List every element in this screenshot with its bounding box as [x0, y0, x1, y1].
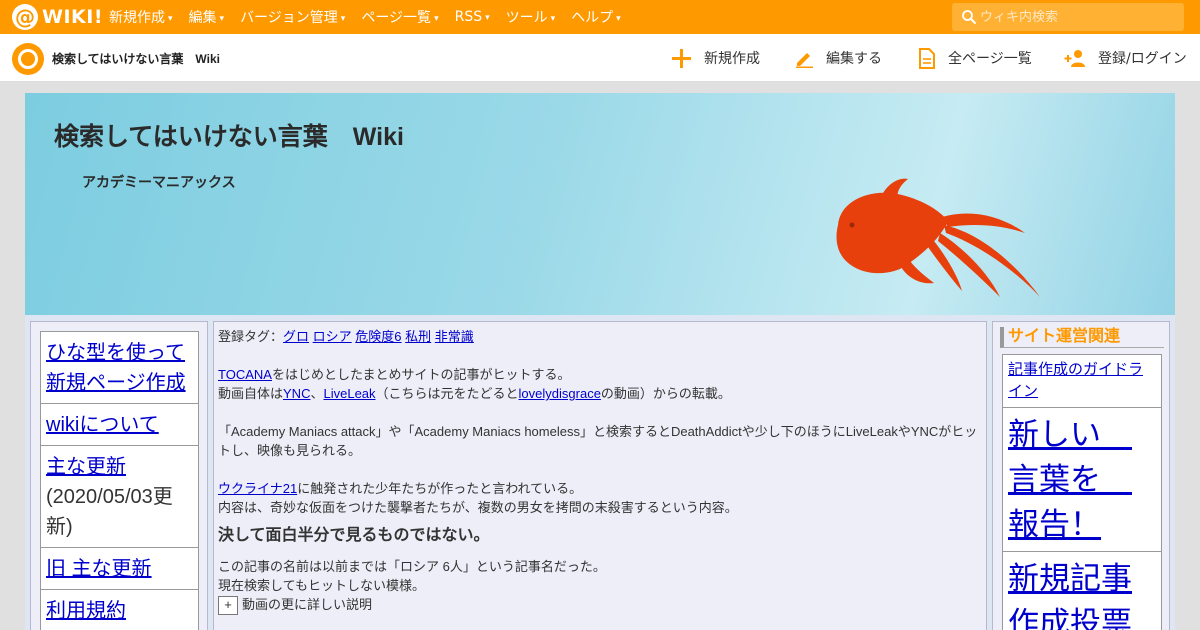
warning-heading: 決して面白半分で見るものではない。	[218, 527, 490, 544]
right-nav-table: 記事作成のガイドライン 新しい 言葉を 報告！ 新規記事作成投票	[1002, 354, 1162, 630]
paragraph: 現在検索してもヒットしない模様。	[218, 578, 425, 593]
menu-pages[interactable]: ページ一覧 ▾	[361, 7, 438, 27]
article-body: 登録タグ：グロ ロシア 危険度6 私刑 非常識 TOCANAをはじめとしたまとめ…	[218, 327, 986, 616]
link-report-new-word[interactable]: 新しい 言葉を 報告！	[1008, 417, 1132, 542]
chevron-down-icon: ▾	[219, 14, 225, 24]
left-nav-item: ひな型を使って新規ページ作成	[40, 331, 199, 404]
plus-icon	[672, 48, 691, 68]
menu-edit[interactable]: 編集 ▾	[189, 7, 225, 27]
expand-row: + 動画の更に詳しい説明	[218, 595, 986, 616]
edit-label: 編集する	[826, 51, 882, 67]
tag-link[interactable]: 非常識	[435, 329, 474, 344]
tocana-link[interactable]: TOCANA	[218, 367, 272, 382]
tag-link[interactable]: 危険度6	[355, 329, 401, 344]
expand-label: 動画の更に詳しい説明	[242, 597, 373, 612]
top-menu: 新規作成 ▾ 編集 ▾ バージョン管理 ▾ ページ一覧 ▾ RSS ▾ ツール ▾ ヘルプ ▾	[109, 0, 637, 34]
menu-version[interactable]: バージョン管理 ▾	[240, 7, 345, 27]
menu-rss[interactable]: RSS ▾	[455, 9, 490, 25]
goldfish-illustration	[836, 178, 1040, 297]
logo-at-mark: @	[12, 4, 38, 30]
tag-link[interactable]: 私刑	[405, 329, 431, 344]
atwiki-logo[interactable]: @ WIKI!	[12, 4, 103, 30]
tag-link[interactable]: グロ	[283, 329, 309, 344]
logo-wordmark: WIKI!	[42, 6, 103, 28]
site-logo-icon[interactable]	[12, 43, 44, 75]
menu-new[interactable]: 新規作成 ▾	[109, 7, 173, 27]
banner-title[interactable]: 検索してはいけない言葉 Wiki	[54, 117, 404, 153]
expand-toggle-button[interactable]: +	[218, 596, 238, 616]
wiki-search	[952, 3, 1184, 31]
search-input[interactable]	[980, 6, 1176, 28]
all-pages-label: 全ページ一覧	[948, 51, 1032, 67]
tag-line: 登録タグ：グロ ロシア 危険度6 私刑 非常識	[218, 329, 474, 344]
right-nav-item: 新規記事作成投票	[1002, 551, 1162, 630]
link-new-article-vote[interactable]: 新規記事作成投票	[1008, 561, 1132, 630]
left-nav-item: 旧 主な更新	[40, 547, 199, 590]
left-nav-item: wikiについて	[40, 403, 199, 446]
paragraph: TOCANAをはじめとしたまとめサイトの記事がヒットする。	[218, 367, 571, 382]
wiki-banner: 検索してはいけない言葉 Wiki アカデミーマニアックス	[25, 93, 1175, 315]
paragraph: 内容は、奇妙な仮面をつけた襲撃者たちが、複数の男女を拷問の末殺害するという内容。	[218, 500, 738, 515]
site-name[interactable]: 検索してはいけない言葉 Wiki	[52, 50, 220, 67]
left-nav-item: 主な更新 (2020/05/03更新)	[40, 445, 199, 548]
lovelydisgrace-link[interactable]: lovelydisgrace	[519, 386, 601, 401]
ync-link[interactable]: YNC	[283, 386, 310, 401]
chevron-down-icon: ▾	[550, 14, 556, 24]
right-sidebar: サイト運営関連 記事作成のガイドライン 新しい 言葉を 報告！ 新規記事作成投票	[992, 321, 1170, 630]
right-nav-item: 記事作成のガイドライン	[1002, 354, 1162, 408]
menu-tools[interactable]: ツール ▾	[506, 7, 556, 27]
chevron-down-icon: ▾	[340, 14, 346, 24]
paragraph: 「Academy Maniacs attack」や「Academy Maniac…	[218, 424, 978, 458]
register-login-label: 登録/ログイン	[1098, 51, 1187, 67]
ukraine21-link[interactable]: ウクライナ21	[218, 481, 297, 496]
site-admin-heading: サイト運営関連	[1000, 327, 1164, 348]
pencil-icon	[796, 52, 813, 68]
link-terms[interactable]: 利用規約	[46, 600, 126, 622]
link-main-updates[interactable]: 主な更新	[46, 456, 126, 478]
link-template-new-page[interactable]: ひな型を使って新規ページ作成	[46, 342, 186, 394]
document-icon	[919, 47, 935, 69]
search-icon	[962, 10, 976, 24]
content-frame: 検索してはいけない言葉 Wiki アカデミーマニアックス ひな型を使って新規ペー…	[25, 93, 1175, 630]
tag-link[interactable]: ロシア	[313, 329, 352, 344]
new-page-label: 新規作成	[704, 51, 760, 67]
new-page-button[interactable]: 新規作成	[671, 47, 760, 69]
link-about-wiki[interactable]: wikiについて	[46, 414, 159, 436]
all-pages-button[interactable]: 全ページ一覧	[918, 47, 1032, 69]
site-header-bar: 検索してはいけない言葉 Wiki 新規作成 編集する 全ページ一覧 登録/ログイ…	[0, 34, 1200, 82]
link-old-updates[interactable]: 旧 主な更新	[46, 558, 152, 580]
register-login-button[interactable]: 登録/ログイン	[1064, 47, 1187, 69]
paragraph: この記事の名前は以前までは「ロシア 6人」という記事名だった。	[218, 559, 606, 574]
page-title: アカデミーマニアックス	[82, 174, 236, 190]
liveleak-link[interactable]: LiveLeak	[323, 386, 375, 401]
paragraph: ウクライナ21に触発された少年たちが作ったと言われている。	[218, 481, 583, 496]
chevron-down-icon: ▾	[168, 14, 173, 24]
chevron-down-icon: ▾	[616, 14, 621, 24]
left-nav-table: ひな型を使って新規ページ作成 wikiについて 主な更新 (2020/05/03更…	[40, 331, 199, 630]
left-sidebar: ひな型を使って新規ページ作成 wikiについて 主な更新 (2020/05/03更…	[30, 321, 208, 630]
main-content: 登録タグ：グロ ロシア 危険度6 私刑 非常識 TOCANAをはじめとしたまとめ…	[213, 321, 987, 630]
updates-date: (2020/05/03更新)	[46, 486, 173, 538]
user-add-icon	[1064, 49, 1085, 67]
left-nav-item: 利用規約	[40, 589, 199, 630]
chevron-down-icon: ▾	[434, 14, 439, 24]
right-nav-item: 新しい 言葉を 報告！	[1002, 407, 1162, 552]
paragraph: 動画自体はYNC、LiveLeak（こちらは元をたどるとlovelydisgra…	[218, 386, 731, 401]
edit-button[interactable]: 編集する	[795, 47, 882, 69]
chevron-down-icon: ▾	[485, 13, 490, 23]
menu-help[interactable]: ヘルプ ▾	[571, 7, 621, 27]
top-navigation-bar: @ WIKI! 新規作成 ▾ 編集 ▾ バージョン管理 ▾ ページ一覧 ▾ RSS ▾ ツ…	[0, 0, 1200, 34]
link-guideline[interactable]: 記事作成のガイドライン	[1008, 361, 1143, 400]
